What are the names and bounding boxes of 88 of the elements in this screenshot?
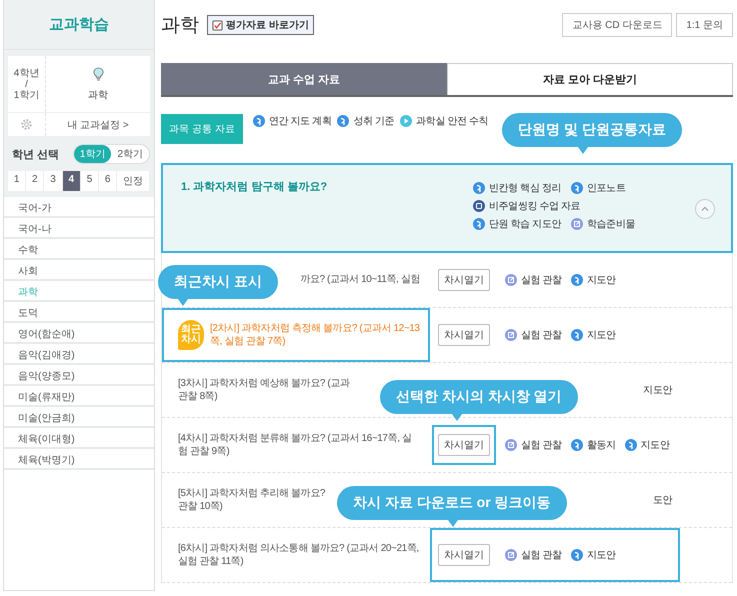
lesson-title[interactable]: 까요? (교과서 10~11쪽, 실험 (300, 273, 420, 287)
common-materials-label: 과목 공통 자료 (161, 114, 243, 144)
callout: 최근차시 표시 (158, 265, 278, 306)
resource-link[interactable]: 단원 학습 지도안 (489, 217, 561, 231)
grade-option[interactable]: 4 (62, 171, 81, 191)
page-title: 과학 (161, 14, 199, 38)
grade-option[interactable]: 6 (99, 171, 118, 191)
lesson-title[interactable]: [3차시] 과학자처럼 예상해 볼까요? (교과 (178, 376, 350, 390)
open-lesson-button[interactable]: 차시열기 (438, 434, 490, 456)
resource-link[interactable]: 학습준비물 (586, 217, 635, 231)
lesson-title[interactable]: [6차시] 과학자처럼 의사소통해 볼까요? (교과서 20~21쪽, 실험 관찰 11쪽) (178, 542, 420, 568)
grade-option[interactable]: 2 (26, 171, 44, 191)
swirl-icon (570, 274, 583, 286)
external-link-icon (505, 439, 517, 451)
resource-link[interactable]: 지도안 (586, 328, 616, 342)
swirl-icon (570, 549, 583, 561)
subject-item[interactable]: 체육(이대형) (4, 428, 154, 449)
open-lesson-button[interactable]: 차시열기 (438, 269, 490, 291)
subject-item[interactable]: 영어(함순애) (4, 323, 154, 344)
resource-link[interactable]: 인포노트 (586, 181, 626, 195)
lightbulb-icon (92, 66, 104, 82)
header-button[interactable]: 교사용 CD 다운로드 (562, 13, 672, 37)
subject-label: 과학 (88, 88, 108, 102)
swirl-icon (337, 115, 350, 127)
open-lesson-button[interactable]: 차시열기 (438, 324, 490, 346)
callout: 차시 자료 다운로드 or 링크이동 (337, 486, 567, 527)
resource-link[interactable]: 활동지 (586, 438, 616, 452)
header-button[interactable]: 1:1 문의 (676, 13, 733, 37)
subject-item[interactable]: 국어-나 (4, 218, 154, 239)
open-lesson-button[interactable]: 차시열기 (438, 544, 490, 566)
subject-item[interactable]: 미술(류재만) (4, 386, 154, 407)
swirl-icon (570, 329, 583, 341)
swirl-icon (473, 182, 485, 194)
collapse-button[interactable] (695, 199, 715, 219)
lesson-title[interactable]: [5차시] 과학자처럼 추리해 볼까요? (178, 486, 326, 500)
resource-link[interactable]: 과학실 안전 수칙 (416, 114, 488, 128)
resource-link[interactable]: 실험 관찰 (521, 273, 562, 287)
external-link-icon (505, 274, 517, 286)
grade-option[interactable]: 1 (8, 171, 26, 191)
lesson-title[interactable]: 관찰 10쪽) (178, 500, 222, 514)
recent-badge: 최근 차시 (178, 320, 204, 350)
grade-option[interactable]: 인정 (117, 171, 150, 191)
callout: 단원명 및 단원공통자료 (502, 113, 682, 154)
resource-link[interactable]: 지도안 (586, 273, 616, 287)
subject-item[interactable]: 음악(양종모) (4, 365, 154, 386)
evaluation-button[interactable]: 평가자료 바로가기 (207, 15, 314, 35)
play-icon (400, 115, 412, 127)
lesson-title[interactable]: 관찰 8쪽) (178, 390, 218, 404)
grade-label: 4학년 / 1학기 (8, 56, 46, 112)
checklist-icon (212, 20, 223, 30)
resource-link[interactable]: 성취 기준 (353, 114, 394, 128)
grade-select-label: 학년 선택 (12, 148, 60, 162)
tab[interactable]: 자료 모아 다운받기 (447, 63, 733, 95)
external-link-icon (505, 329, 517, 341)
resource-link[interactable]: 실험 관찰 (521, 548, 562, 562)
resource-link[interactable]: 실험 관찰 (521, 438, 562, 452)
external-link-icon (505, 549, 517, 561)
swirl-icon (570, 439, 583, 451)
swirl-icon (253, 115, 265, 127)
resource-link[interactable]: 지도안 (643, 383, 672, 397)
subject-item[interactable]: 사회 (4, 260, 154, 281)
square-icon (473, 200, 485, 212)
resource-link[interactable]: 지도안 (586, 548, 616, 562)
subject-item[interactable]: 도덕 (4, 302, 154, 323)
sidebar-title: 교과학습 (4, 0, 154, 50)
resource-link[interactable]: 실험 관찰 (521, 328, 562, 342)
grade-option[interactable]: 5 (80, 171, 100, 191)
callout: 선택한 차시의 차시창 열기 (380, 380, 578, 421)
swirl-icon (624, 439, 637, 451)
swirl-icon (570, 182, 583, 194)
settings-link[interactable]: 내 교과설정 > (46, 118, 150, 132)
resource-link[interactable]: 연간 지도 계획 (269, 114, 332, 128)
unit-title[interactable]: 1. 과학자처럼 탐구해 볼까요? (181, 179, 473, 251)
resource-link[interactable]: 비주얼씽킹 수업 자료 (489, 199, 580, 213)
resource-link[interactable]: 도안 (652, 493, 672, 507)
settings-icon[interactable] (20, 118, 33, 131)
semester-option[interactable]: 2학기 (111, 145, 149, 163)
resource-link[interactable]: 빈칸형 핵심 정리 (489, 181, 561, 195)
subject-item[interactable]: 미술(안금희) (4, 407, 154, 428)
external-link-icon (570, 218, 583, 230)
lesson-title[interactable]: [4차시] 과학자처럼 분류해 볼까요? (교과서 16~17쪽, 실험 관찰 9쪽) (178, 432, 420, 458)
subject-item[interactable]: 체육(박명기) (4, 449, 154, 470)
subject-item[interactable]: 국어-가 (4, 197, 154, 218)
subject-item[interactable]: 수학 (4, 239, 154, 260)
tab[interactable]: 교과 수업 자료 (161, 63, 447, 95)
resource-link[interactable]: 지도안 (640, 438, 670, 452)
subject-item[interactable]: 음악(김애경) (4, 344, 154, 365)
swirl-icon (473, 218, 485, 230)
